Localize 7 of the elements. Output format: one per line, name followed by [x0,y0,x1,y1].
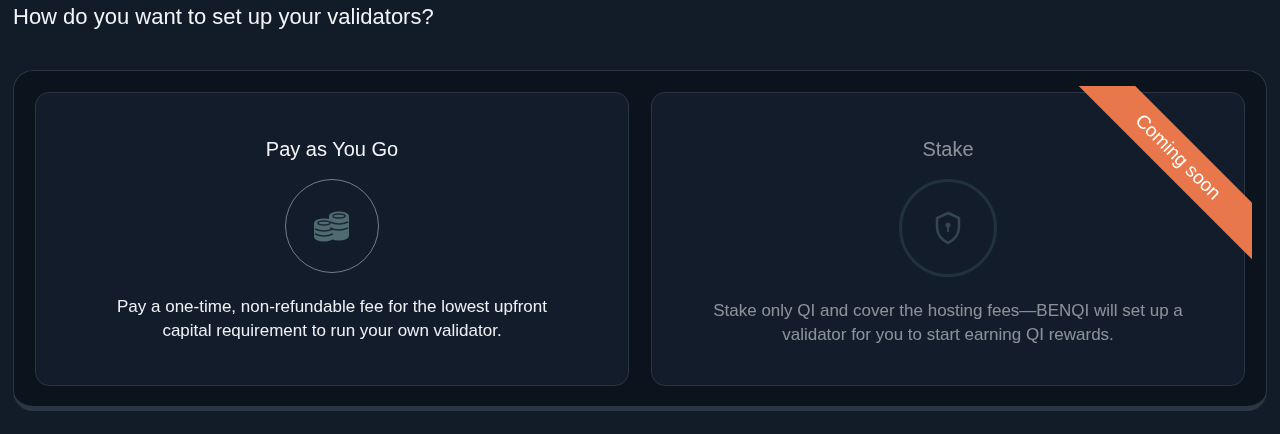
option-title: Pay as You Go [265,138,399,161]
page-heading: How do you want to set up your validators? [13,3,435,31]
shield-icon [899,179,997,277]
option-description: Pay a one-time, non-refundable fee for the lowest upfront capital requirement to run your own validator. [116,296,548,342]
option-card[interactable]: Pay as You Go Pay a one-time, non-refundable fee for the lowest upfront capital requirement to run your own validator. [35,92,629,386]
option-title: Stake [922,138,974,161]
option-description: Stake only QI and cover the hosting fees—BENQI will set up a validator for you to start earning QI rewards. [713,300,1183,346]
